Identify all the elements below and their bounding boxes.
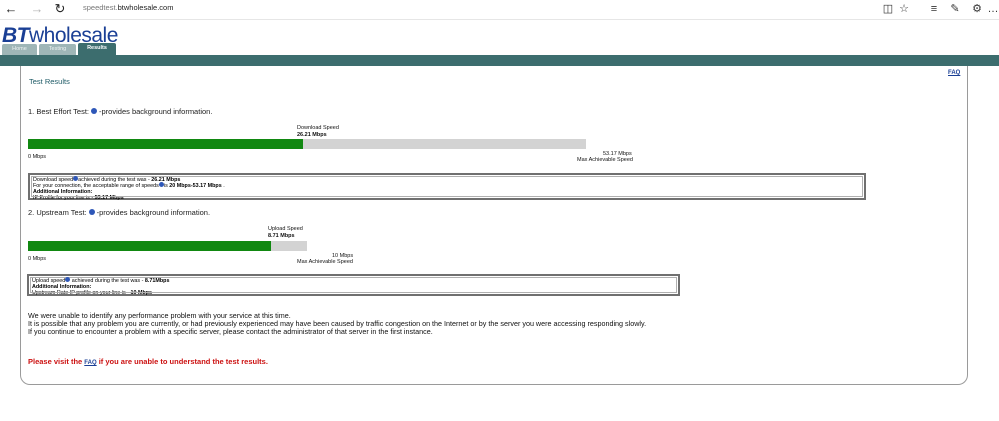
upload-max-label: Max Achievable Speed (297, 259, 353, 265)
upload-speed-label: Upload Speed (268, 226, 303, 232)
tab-home[interactable]: Home (2, 44, 37, 55)
download-speed-label: Download Speed (297, 125, 339, 131)
refresh-icon[interactable]: ↻ (52, 1, 68, 17)
info-icon[interactable] (158, 182, 164, 188)
visit-faq-message: Please visit the FAQ if you are unable t… (28, 357, 268, 366)
share-icon[interactable]: ⚙ (970, 2, 984, 16)
upload-min-label: 0 Mbps (28, 256, 47, 262)
info-icon[interactable] (91, 108, 98, 115)
download-speed-fill (28, 139, 304, 149)
download-ip-profile-line: IP Profile for your line is - 53.17 Mbps (33, 195, 124, 201)
upload-section-title: 2. Upstream Test: -provides background in… (28, 208, 211, 217)
toolbar-divider (0, 19, 999, 20)
download-info-box: Download speed achieved during the test w… (28, 173, 866, 201)
header-bar (0, 55, 999, 66)
upload-speed-fill (28, 241, 271, 251)
download-speed-bar (28, 139, 586, 149)
forward-arrow-icon[interactable]: → (29, 1, 45, 17)
favorite-star-icon[interactable]: ☆ (897, 2, 911, 16)
faq-link[interactable]: FAQ (948, 70, 960, 76)
address-bar[interactable]: speedtest.btwholesale.com (83, 3, 173, 12)
web-note-icon[interactable]: ✎ (948, 2, 962, 16)
hub-menu-icon[interactable]: ≡ (927, 2, 941, 16)
upload-speed-value: 8.71 Mbps (268, 233, 295, 239)
faq-inline-link[interactable]: FAQ (84, 360, 96, 366)
download-speed-value: 26.21 Mbps (297, 132, 327, 138)
url-prefix: speedtest. (83, 3, 118, 12)
message-contact-admin: If you continue to encounter a problem w… (28, 327, 433, 336)
info-icon[interactable] (88, 209, 95, 216)
upload-ip-profile-line: Upstream Rate IP profile on your line is… (32, 290, 153, 296)
tab-results[interactable]: Results (78, 43, 116, 55)
page-title: Test Results (29, 77, 70, 86)
more-icon[interactable]: … (986, 2, 999, 16)
tab-testing[interactable]: Testing (39, 44, 76, 55)
download-section-title: 1. Best Effort Test: -provides background… (28, 107, 213, 116)
upload-info-box: Upload speed achieved during the test wa… (27, 274, 680, 296)
upload-speed-bar (28, 241, 307, 251)
download-max-label: Max Achievable Speed (577, 157, 633, 163)
browser-toolbar: ← → ↻ speedtest.btwholesale.com ◫ ☆ ≡ ✎ … (0, 0, 999, 19)
download-min-label: 0 Mbps (28, 154, 47, 160)
url-host: btwholesale.com (117, 3, 174, 12)
reading-view-icon[interactable]: ◫ (881, 2, 895, 16)
back-arrow-icon[interactable]: ← (3, 1, 19, 17)
